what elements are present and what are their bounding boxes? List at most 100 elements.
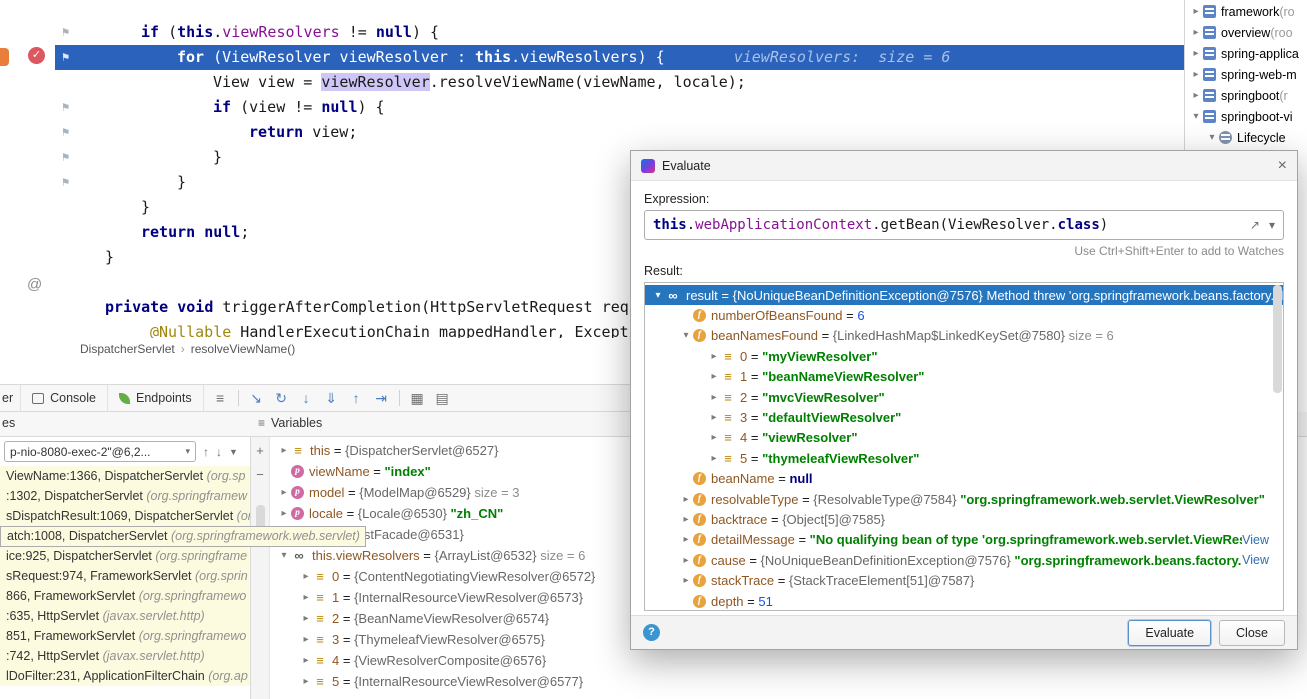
hamburger-menu-icon[interactable]: ≡ [208,390,233,406]
stack-frame-row[interactable]: 866, FrameworkServlet (org.springframewo [0,586,250,606]
result-row[interactable]: ▸fbacktrace = {Object[5]@7585} [645,509,1283,529]
chevron-right-icon[interactable]: ▸ [1189,27,1203,38]
show-execution-point-icon[interactable]: ↘ [244,390,269,407]
force-step-into-icon[interactable]: ⇓ [319,390,344,407]
result-row[interactable]: ▸≡3 = "defaultViewResolver" [645,407,1283,427]
expand-editor-icon[interactable]: ↗ [1250,218,1260,232]
chevron-right-icon[interactable]: ▸ [277,508,291,519]
stack-frame-row[interactable]: lDoFilter:231, ApplicationFilterChain (o… [0,666,250,686]
stack-frame-row[interactable]: ViewName:1366, DispatcherServlet (org.sp [0,466,250,486]
expression-input[interactable]: this.webApplicationContext.getBean(ViewR… [644,210,1284,240]
close-button[interactable]: Close [1219,620,1285,646]
breakpoint-icon[interactable]: ✓ [28,47,45,64]
stack-frame-row[interactable]: :742, HttpServlet (javax.servlet.http) [0,646,250,666]
result-row[interactable]: ▸fresolvableType = {ResolvableType@7584}… [645,489,1283,509]
bookmark-flag-icon[interactable]: ⚑ [62,170,69,195]
variable-row[interactable]: ▸≡4 = {ViewResolverComposite@6576} [271,650,1307,671]
bookmark-flag-icon[interactable]: ⚑ [62,95,69,120]
frames-header-cropped[interactable]: es [2,416,15,430]
add-watch-icon[interactable]: + [256,443,264,458]
stack-frame-row[interactable]: 851, FrameworkServlet (org.springframewo [0,626,250,646]
chevron-down-icon[interactable]: ▾ [1269,218,1275,232]
chevron-right-icon[interactable]: ▸ [707,392,721,403]
maven-row[interactable]: ▸spring-applica [1185,43,1307,64]
chevron-right-icon[interactable]: ▸ [277,445,291,456]
result-row[interactable]: ▸fstackTrace = {StackTraceElement[51]@75… [645,570,1283,590]
result-row[interactable]: fnumberOfBeansFound = 6 [645,305,1283,325]
thread-selector[interactable]: p-nio-8080-exec-2"@6,2... ▾ [4,441,196,462]
result-row[interactable]: ▸fdetailMessage = "No qualifying bean of… [645,530,1283,550]
chevron-right-icon[interactable]: ▸ [679,494,693,505]
stack-frame-row[interactable]: :635, HttpServlet (javax.servlet.http) [0,606,250,626]
chevron-right-icon[interactable]: ▸ [299,676,313,687]
bookmark-flag-icon[interactable]: ⚑ [62,45,69,70]
close-icon[interactable]: × [1278,158,1287,174]
tab-debugger-cropped[interactable]: er [0,385,21,411]
layout-settings-icon[interactable]: ▤ [430,390,455,407]
help-icon[interactable]: ? [643,624,660,641]
filter-frames-icon[interactable]: ▼ [229,447,238,457]
chevron-right-icon[interactable]: ▸ [1189,69,1203,80]
step-over-icon[interactable]: ↻ [269,390,294,407]
view-breakpoints-icon[interactable]: ▦ [405,390,430,407]
chevron-right-icon[interactable]: ▸ [299,655,313,666]
chevron-right-icon[interactable]: ▸ [707,371,721,382]
maven-row[interactable]: ▾Lifecycle [1185,127,1307,148]
result-row[interactable]: ▸≡0 = "myViewResolver" [645,346,1283,366]
maven-row[interactable]: ▸springboot (r [1185,85,1307,106]
chevron-down-icon[interactable]: ▾ [651,290,665,301]
chevron-right-icon[interactable]: ▸ [1189,90,1203,101]
result-row[interactable]: ▸≡1 = "beanNameViewResolver" [645,367,1283,387]
stack-frame-row[interactable]: :1302, DispatcherServlet (org.springfram… [0,486,250,506]
maven-row[interactable]: ▸overview (roo [1185,22,1307,43]
step-into-icon[interactable]: ↓ [294,390,319,406]
view-link[interactable]: View [1242,553,1283,567]
previous-frame-icon[interactable]: ↑ [203,445,209,459]
step-out-icon[interactable]: ↑ [344,390,369,406]
result-row[interactable]: ▸fcause = {NoUniqueBeanDefinitionExcepti… [645,550,1283,570]
maven-row[interactable]: ▾springboot-vi [1185,106,1307,127]
chevron-down-icon[interactable]: ▾ [1205,132,1219,143]
chevron-right-icon[interactable]: ▸ [679,555,693,566]
chevron-right-icon[interactable]: ▸ [707,432,721,443]
chevron-right-icon[interactable]: ▸ [1189,6,1203,17]
result-row[interactable]: ▸≡4 = "viewResolver" [645,428,1283,448]
breadcrumb-method[interactable]: resolveViewName() [191,342,295,356]
breadcrumb-class[interactable]: DispatcherServlet [80,342,175,356]
maven-row[interactable]: ▸spring-web-m [1185,64,1307,85]
bookmark-flag-icon[interactable]: ⚑ [62,120,69,145]
stack-frame-row[interactable]: sDispatchResult:1069, DispatcherServlet … [0,506,250,526]
evaluate-button[interactable]: Evaluate [1128,620,1211,646]
chevron-right-icon[interactable]: ▸ [679,575,693,586]
chevron-right-icon[interactable]: ▸ [299,634,313,645]
scrollbar-thumb[interactable] [1273,285,1282,393]
tab-console[interactable]: Console [21,385,108,411]
chevron-right-icon[interactable]: ▸ [299,592,313,603]
result-row[interactable]: ▾fbeanNamesFound = {LinkedHashMap$Linked… [645,326,1283,346]
run-to-cursor-icon[interactable]: ⇥ [369,390,394,407]
chevron-down-icon[interactable]: ▾ [679,330,693,341]
variable-row[interactable]: ▸≡5 = {InternalResourceViewResolver@6577… [271,671,1307,692]
chevron-right-icon[interactable]: ▸ [679,514,693,525]
chevron-down-icon[interactable]: ▾ [1189,111,1203,122]
result-row[interactable]: ▸≡2 = "mvcViewResolver" [645,387,1283,407]
stack-frame-row[interactable]: sRequest:974, FrameworkServlet (org.spri… [0,566,250,586]
chevron-right-icon[interactable]: ▸ [707,412,721,423]
variables-header[interactable]: ≡ Variables [258,416,322,430]
result-row[interactable]: ▾∞result = {NoUniqueBeanDefinitionExcept… [645,285,1283,305]
result-row[interactable]: fdepth = 51 [645,591,1283,611]
stack-frame-row[interactable]: ice:925, DispatcherServlet (org.springfr… [0,546,250,566]
chevron-right-icon[interactable]: ▸ [707,351,721,362]
remove-watch-icon[interactable]: − [256,467,264,482]
maven-row[interactable]: ▸framework (ro [1185,1,1307,22]
result-row[interactable]: fbeanName = null [645,469,1283,489]
dialog-titlebar[interactable]: Evaluate × [631,151,1297,181]
chevron-right-icon[interactable]: ▸ [299,613,313,624]
chevron-right-icon[interactable]: ▸ [277,487,291,498]
next-frame-icon[interactable]: ↓ [216,445,222,459]
tab-endpoints[interactable]: Endpoints [108,385,204,411]
bookmark-flag-icon[interactable]: ⚑ [62,145,69,170]
chevron-right-icon[interactable]: ▸ [707,453,721,464]
chevron-down-icon[interactable]: ▾ [277,550,291,561]
bookmark-flag-icon[interactable]: ⚑ [62,20,69,45]
